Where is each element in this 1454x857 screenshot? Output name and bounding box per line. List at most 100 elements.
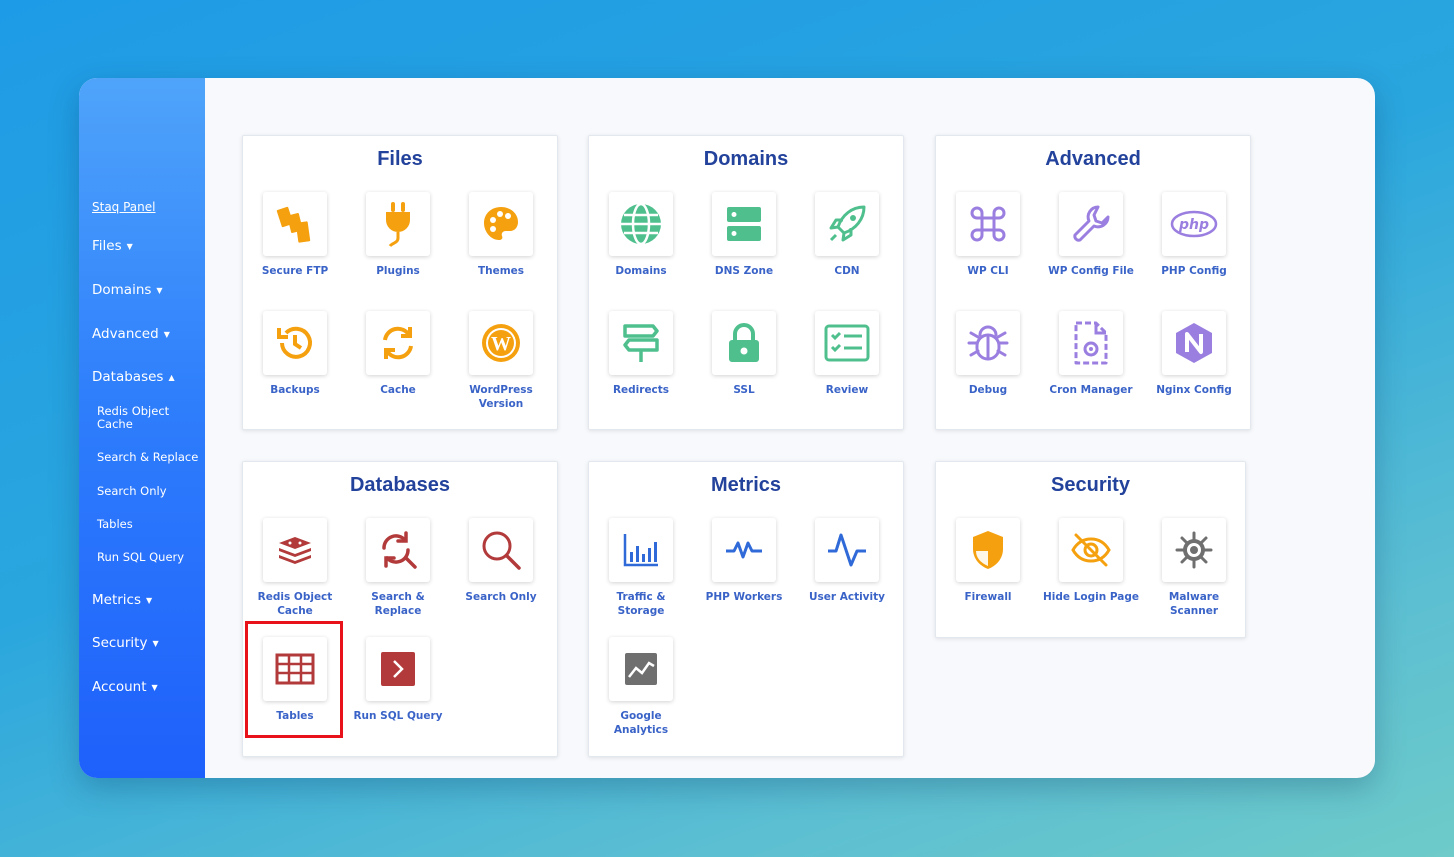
chevron-down-icon: ▼ <box>163 330 170 339</box>
tile-label: PHP Config <box>1161 265 1227 277</box>
tile-cron-manager[interactable]: Cron Manager <box>1043 311 1139 397</box>
sidebar-item-metrics[interactable]: Metrics ▼ <box>92 592 152 608</box>
signpost-icon <box>623 324 659 362</box>
staq-panel-link[interactable]: Staq Panel <box>92 200 155 214</box>
bar-chart-icon <box>623 534 658 567</box>
tile-label: Malware Scanner <box>1168 591 1220 617</box>
tile-redis-object-cache[interactable]: Redis Object Cache <box>247 518 343 618</box>
tile-user-activity[interactable]: User Activity <box>799 518 895 604</box>
tile-label: WordPress Version <box>469 384 533 410</box>
card-title: Domains <box>703 148 789 170</box>
sidebar-subitem-redis-object-cache[interactable]: Redis Object Cache <box>97 405 205 431</box>
tile-google-analytics[interactable]: Google Analytics <box>593 637 689 737</box>
files-stack-icon <box>276 206 311 243</box>
wrench-icon <box>1073 205 1110 242</box>
tile-tables[interactable]: Tables <box>247 637 343 723</box>
tile-plugins[interactable]: Plugins <box>350 192 446 278</box>
tile-label: Plugins <box>376 265 420 277</box>
tile-wp-config-file[interactable]: WP Config File <box>1043 192 1139 278</box>
tile-label: Themes <box>477 265 525 277</box>
tile-label: Run SQL Query <box>353 710 443 722</box>
metrics-card: Metrics Traffic & Storage PHP Workers Us… <box>588 461 904 757</box>
tile-label: Secure FTP <box>261 265 329 277</box>
sidebar-subitem-tables[interactable]: Tables <box>97 518 205 531</box>
tile-ssl[interactable]: SSL <box>696 311 792 397</box>
tile-redirects[interactable]: Redirects <box>593 311 689 397</box>
globe-icon <box>621 202 661 246</box>
sidebar-item-advanced[interactable]: Advanced ▼ <box>92 326 170 342</box>
tile-label: Tables <box>276 710 314 722</box>
card-title: Files <box>377 148 423 170</box>
card-title: Metrics <box>710 474 782 496</box>
card-title: Advanced <box>1045 148 1141 170</box>
tile-label: Search & Replace <box>371 591 425 617</box>
tile-label: PHP Workers <box>705 591 783 603</box>
tile-search-replace[interactable]: Search & Replace <box>350 518 446 618</box>
card-title: Databases <box>349 474 451 496</box>
tile-run-sql-query[interactable]: Run SQL Query <box>350 637 446 723</box>
sidebar-item-domains[interactable]: Domains ▼ <box>92 282 163 298</box>
search-icon <box>482 531 521 570</box>
redis-icon <box>279 537 311 564</box>
tile-hide-login-page[interactable]: Hide Login Page <box>1043 518 1139 604</box>
history-icon <box>277 326 312 359</box>
tile-wordpress-version[interactable]: W WordPress Version <box>453 311 549 411</box>
tile-label: Cron Manager <box>1049 384 1133 396</box>
tile-label: Search Only <box>465 591 537 603</box>
databases-card: Databases Redis Object Cache Search & Re… <box>242 461 558 757</box>
tile-themes[interactable]: Themes <box>453 192 549 278</box>
tile-label: DNS Zone <box>714 265 774 277</box>
search-sync-icon <box>382 531 417 569</box>
security-card: Security Firewall Hide Login Page Malwar… <box>935 461 1246 638</box>
php-icon: php <box>1170 210 1218 238</box>
wordpress-icon: W <box>482 324 520 362</box>
tile-firewall[interactable]: Firewall <box>940 518 1036 604</box>
tile-traffic-storage[interactable]: Traffic & Storage <box>593 518 689 618</box>
tile-label: Cache <box>380 384 416 396</box>
tile-label: Redis Object Cache <box>257 591 333 617</box>
sidebar-subitem-run-sql-query[interactable]: Run SQL Query <box>97 551 205 564</box>
virus-icon <box>1175 531 1213 569</box>
tile-label: WP Config File <box>1048 265 1134 277</box>
tile-label: WP CLI <box>967 265 1009 277</box>
tile-cdn[interactable]: CDN <box>799 192 895 278</box>
table-grid-icon <box>275 653 315 685</box>
chevron-up-icon: ▲ <box>168 373 175 382</box>
tile-label: User Activity <box>808 591 885 603</box>
chevron-down-icon: ▼ <box>152 639 159 648</box>
sidebar-subitem-search-replace[interactable]: Search & Replace <box>97 451 205 464</box>
lock-icon <box>729 323 759 362</box>
tile-label: Review <box>825 384 869 396</box>
line-chart-icon <box>625 653 657 685</box>
sidebar-subitem-search-only[interactable]: Search Only <box>97 485 205 498</box>
tile-wp-cli[interactable]: WP CLI <box>940 192 1036 278</box>
command-key-icon <box>970 206 1006 242</box>
svg-text:W: W <box>491 333 511 355</box>
tile-debug[interactable]: Debug <box>940 311 1036 397</box>
advanced-card: Advanced WP CLI WP Config File php PHP C… <box>935 135 1251 430</box>
tile-nginx-config[interactable]: Nginx Config <box>1146 311 1242 397</box>
tile-secure-ftp[interactable]: Secure FTP <box>247 192 343 278</box>
app-window: Staq Panel Files ▼ Domains ▼ Advanced ▼ Dat… <box>79 78 1375 778</box>
rocket-icon <box>829 205 866 242</box>
sidebar-item-databases[interactable]: Databases ▲ <box>92 369 175 385</box>
tile-review[interactable]: Review <box>799 311 895 397</box>
tile-malware-scanner[interactable]: Malware Scanner <box>1146 518 1242 618</box>
tile-cache[interactable]: Cache <box>350 311 446 397</box>
checklist-icon <box>824 324 870 362</box>
tile-php-config[interactable]: php PHP Config <box>1146 192 1242 278</box>
tile-label: Redirects <box>612 384 670 396</box>
tile-dns-zone[interactable]: DNS Zone <box>696 192 792 278</box>
tile-domains[interactable]: Domains <box>593 192 689 278</box>
terminal-icon <box>381 652 415 686</box>
eye-off-icon <box>1071 533 1111 567</box>
sidebar-item-account[interactable]: Account ▼ <box>92 679 158 695</box>
sync-icon <box>383 326 413 360</box>
tile-search-only[interactable]: Search Only <box>453 518 549 604</box>
sidebar-item-files[interactable]: Files ▼ <box>92 238 133 254</box>
plug-icon <box>386 202 410 248</box>
card-title: Security <box>1051 474 1130 496</box>
tile-php-workers[interactable]: PHP Workers <box>696 518 792 604</box>
tile-backups[interactable]: Backups <box>247 311 343 397</box>
sidebar-item-security[interactable]: Security ▼ <box>92 635 159 651</box>
